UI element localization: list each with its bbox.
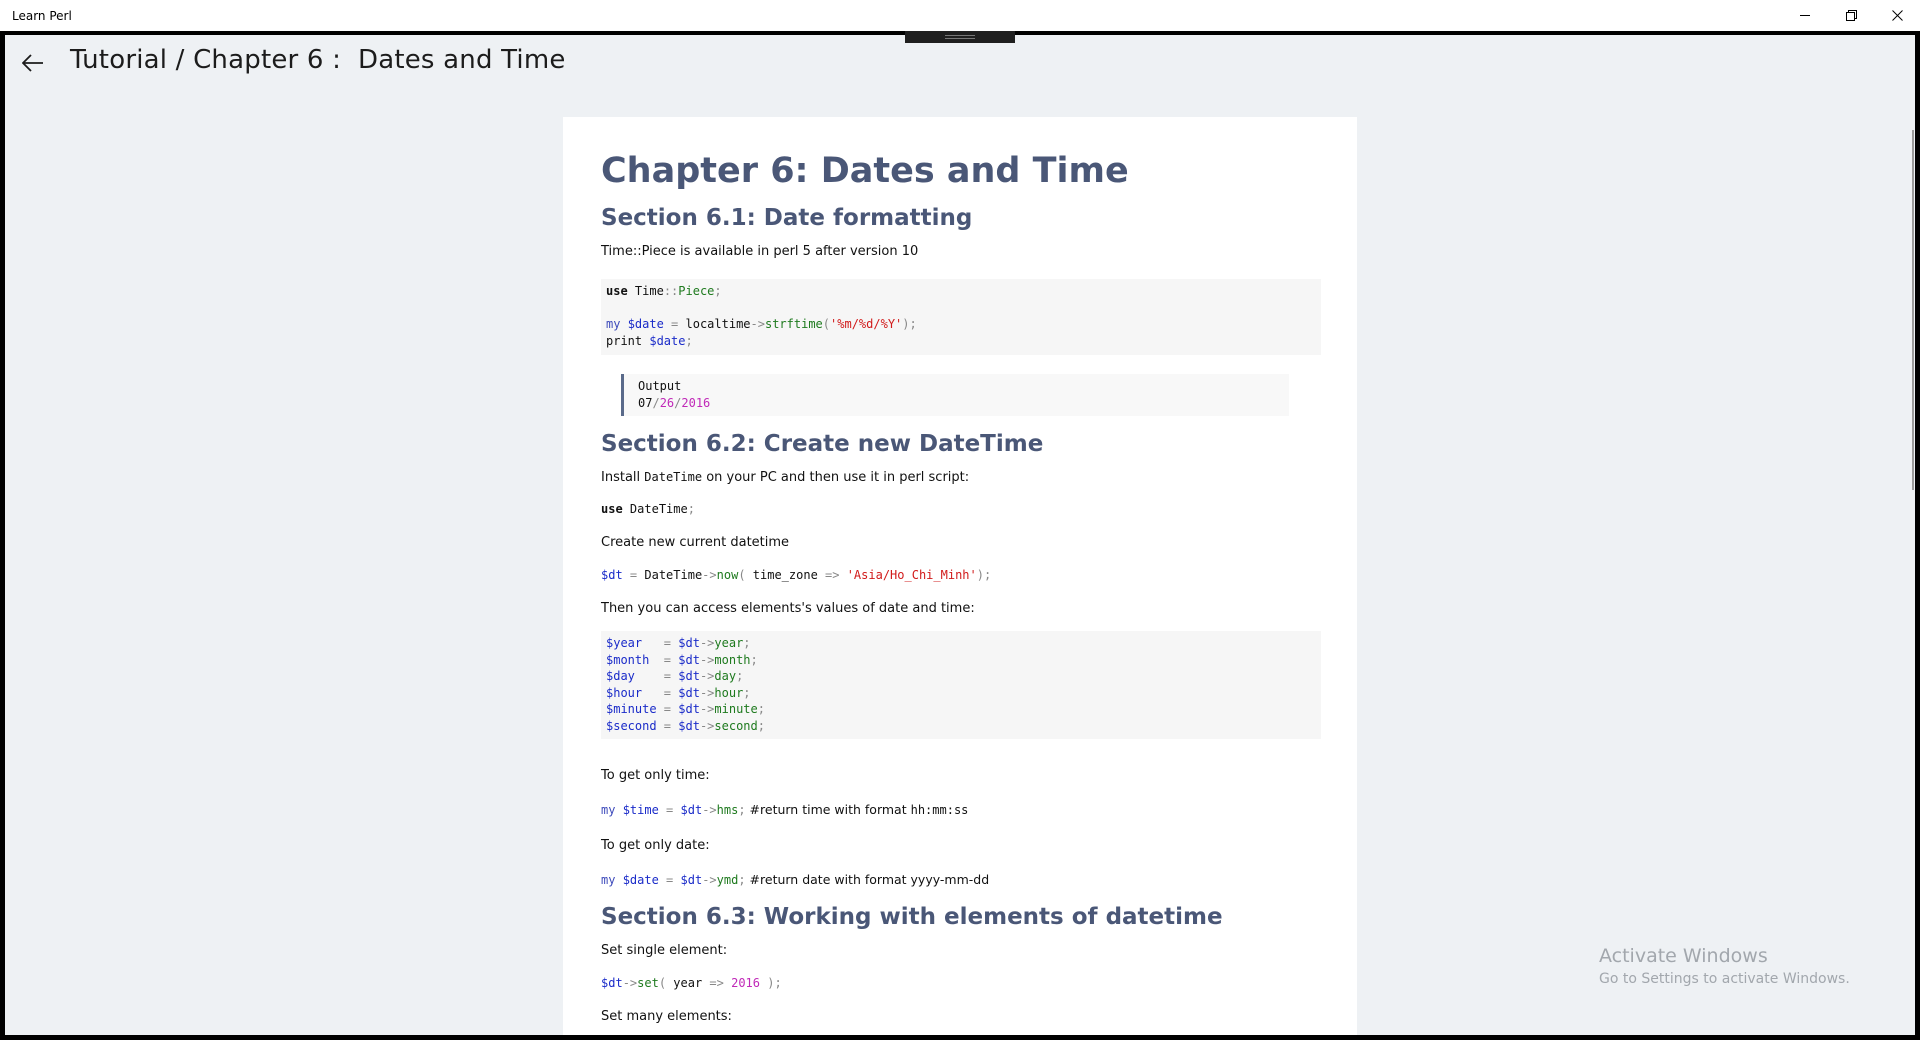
close-icon <box>1891 10 1903 21</box>
set-many-text: Set many elements: <box>601 1009 732 1024</box>
only-date-text: To get only date: <box>601 838 710 853</box>
code-line: $day = $dt->day; <box>606 669 744 683</box>
restore-icon <box>1845 10 1857 21</box>
code-line: $hour = $dt->hour; <box>606 685 751 700</box>
section-6-3-title: Section 6.3: Working with elements of da… <box>601 904 1223 930</box>
minimize-button[interactable] <box>1782 0 1828 31</box>
app-title: Learn Perl <box>12 9 72 23</box>
activate-windows-title: Activate Windows <box>1599 945 1768 967</box>
drag-grip[interactable] <box>905 31 1015 43</box>
minimize-icon <box>1799 10 1811 21</box>
code-hms: my $time = $dt->hms; #return time with f… <box>601 802 969 817</box>
code-line: $month = $dt->month; <box>606 652 758 667</box>
code-ymd: my $date = $dt->ymd; #return date with f… <box>601 872 990 887</box>
code-set-single: $dt->set( year => 2016 ); <box>601 976 782 990</box>
section-6-1-intro: Time::Piece is available in perl 5 after… <box>601 244 919 259</box>
tutorial-document: Chapter 6: Dates and Time Section 6.1: D… <box>563 117 1357 1035</box>
output-block: Output 07/26/2016 <box>621 374 1289 416</box>
back-button[interactable] <box>15 47 51 83</box>
output-value: 07/26/2016 <box>638 395 711 410</box>
code-line: $second = $dt->second; <box>606 718 765 733</box>
set-single-text: Set single element: <box>601 943 728 958</box>
restore-button[interactable] <box>1828 0 1874 31</box>
create-datetime-text: Create new current datetime <box>601 535 790 550</box>
only-time-text: To get only time: <box>601 768 710 783</box>
arrow-left-icon <box>21 53 44 77</box>
activate-windows-subtitle: Go to Settings to activate Windows. <box>1599 971 1850 987</box>
code-line: $minute = $dt->minute; <box>606 702 765 716</box>
code-datetime-now: $dt = DateTime->now( time_zone => 'Asia/… <box>601 568 992 582</box>
chapter-title: Chapter 6: Dates and Time <box>601 151 1129 191</box>
app-content: Tutorial / Chapter 6 : Dates and Time Ch… <box>5 35 1915 1035</box>
code-block-access-elements: $year = $dt->year; $month = $dt->month; … <box>601 631 1321 739</box>
code-block-time-piece: use Time::Piece; ​ my $date = localtime-… <box>601 279 1321 355</box>
access-elements-text: Then you can access elements's values of… <box>601 601 975 616</box>
vertical-scrollbar[interactable] <box>1912 130 1914 490</box>
code-line: $year = $dt->year; <box>606 636 751 650</box>
section-6-2-title: Section 6.2: Create new DateTime <box>601 431 1044 457</box>
section-6-1-title: Section 6.1: Date formatting <box>601 205 973 231</box>
output-label: Output <box>638 379 682 393</box>
close-button[interactable] <box>1874 0 1920 31</box>
section-6-2-intro: Install DateTime on your PC and then use… <box>601 470 970 485</box>
code-use-datetime: use DateTime; <box>601 502 695 516</box>
window-titlebar: Learn Perl <box>0 0 1920 31</box>
page-title: Tutorial / Chapter 6 : Dates and Time <box>70 45 566 75</box>
